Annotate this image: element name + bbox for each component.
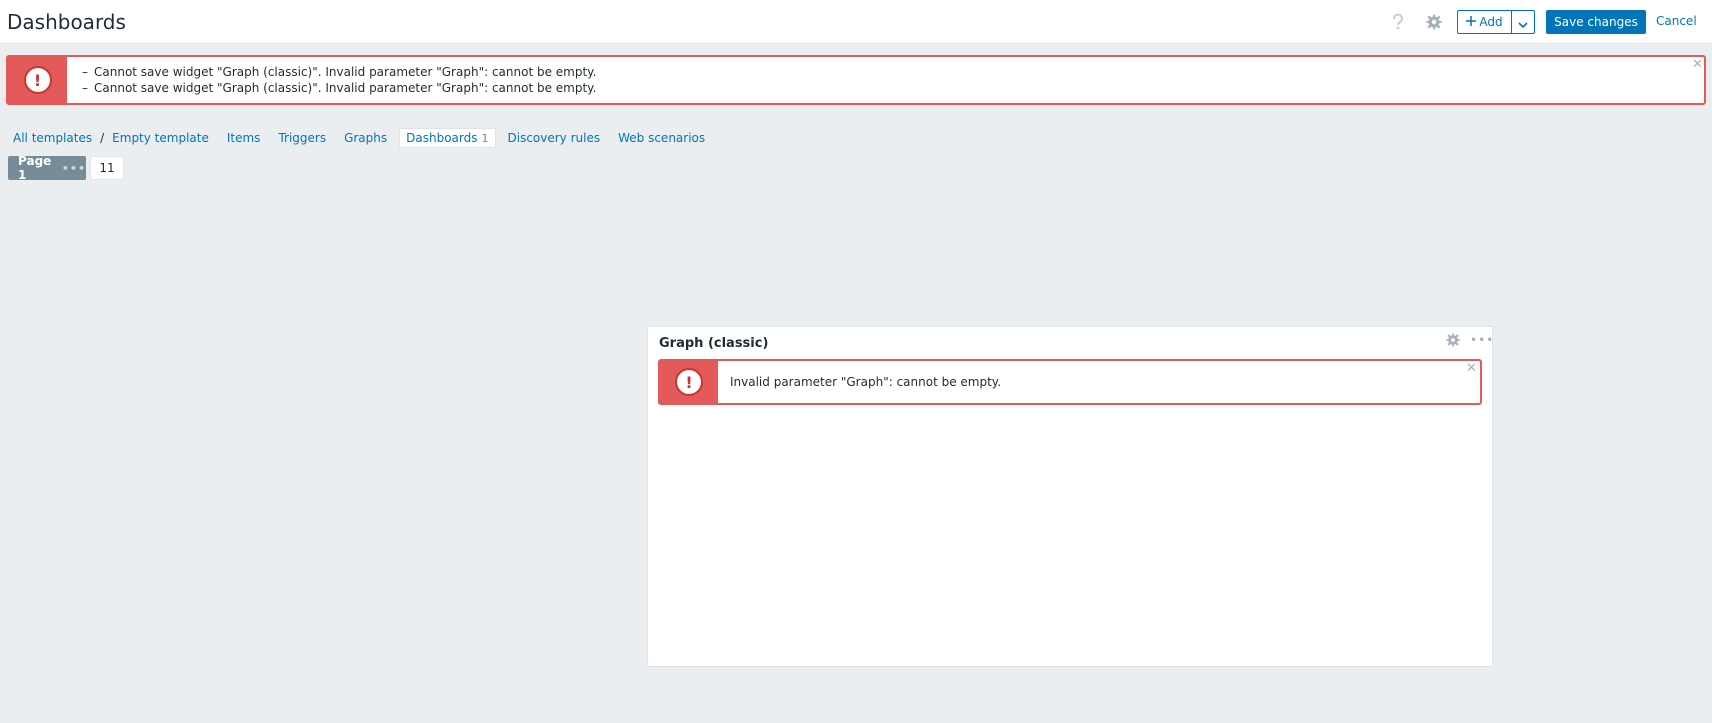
add-widget-button[interactable]: Add bbox=[1457, 10, 1535, 34]
tab-dashboards[interactable]: Dashboards 1 bbox=[399, 128, 496, 148]
error-icon-box: ! bbox=[8, 57, 67, 103]
close-icon[interactable]: ✕ bbox=[1466, 361, 1477, 376]
error-message-list: – Cannot save widget "Graph (classic)". I… bbox=[82, 64, 596, 96]
add-dropdown-toggle[interactable] bbox=[1511, 11, 1534, 33]
tab-graphs[interactable]: Graphs bbox=[344, 131, 387, 145]
exclamation-icon: ! bbox=[675, 368, 703, 396]
dashboard-page-tab-active[interactable]: Page 1 ••• bbox=[8, 154, 86, 182]
widget-title: Graph (classic) bbox=[659, 336, 769, 351]
close-icon[interactable]: ✕ bbox=[1692, 57, 1703, 72]
page-header: Dashboards Add Save changes Cancel bbox=[0, 0, 1712, 44]
exclamation-icon: ! bbox=[23, 66, 52, 94]
more-icon[interactable]: ••• bbox=[62, 162, 86, 175]
breadcrumb-separator: / bbox=[100, 131, 105, 145]
widget-error-text: Invalid parameter "Graph": cannot be emp… bbox=[730, 375, 1002, 389]
tab-discovery-rules[interactable]: Discovery rules bbox=[508, 131, 601, 145]
error-message-line: – Cannot save widget "Graph (classic)". I… bbox=[82, 65, 597, 79]
breadcrumb-all-templates[interactable]: All templates bbox=[13, 131, 92, 145]
breadcrumb-nav: All templates / Empty template Items Tri… bbox=[13, 128, 723, 148]
cancel-link[interactable]: Cancel bbox=[1656, 14, 1697, 28]
plus-icon bbox=[1466, 15, 1477, 29]
question-icon[interactable] bbox=[1388, 12, 1408, 32]
dashboards-count: 1 bbox=[481, 132, 489, 145]
tab-items[interactable]: Items bbox=[227, 131, 261, 145]
breadcrumb-template[interactable]: Empty template bbox=[112, 131, 209, 145]
error-message-line: – Cannot save widget "Graph (classic)". I… bbox=[82, 81, 597, 95]
gear-icon[interactable] bbox=[1446, 332, 1460, 351]
graph-widget[interactable]: Graph (classic) ••• ! Invalid parameter … bbox=[647, 326, 1493, 667]
gear-icon[interactable] bbox=[1424, 12, 1444, 32]
chevron-down-icon bbox=[1518, 13, 1528, 32]
tab-triggers[interactable]: Triggers bbox=[278, 131, 326, 145]
dashboard-page-tab[interactable]: 11 bbox=[90, 156, 124, 180]
widget-error-message: ! Invalid parameter "Graph": cannot be e… bbox=[658, 359, 1482, 405]
add-button-main[interactable]: Add bbox=[1458, 11, 1511, 33]
save-changes-button[interactable]: Save changes bbox=[1546, 10, 1646, 34]
page-title: Dashboards bbox=[7, 10, 126, 34]
error-message-box: ! – Cannot save widget "Graph (classic)".… bbox=[6, 55, 1706, 105]
page-tab-label: Page 1 bbox=[18, 154, 52, 182]
tab-web-scenarios[interactable]: Web scenarios bbox=[618, 131, 705, 145]
add-button-label: Add bbox=[1479, 15, 1503, 29]
more-icon[interactable]: ••• bbox=[1470, 333, 1494, 347]
error-icon-box: ! bbox=[660, 361, 718, 403]
